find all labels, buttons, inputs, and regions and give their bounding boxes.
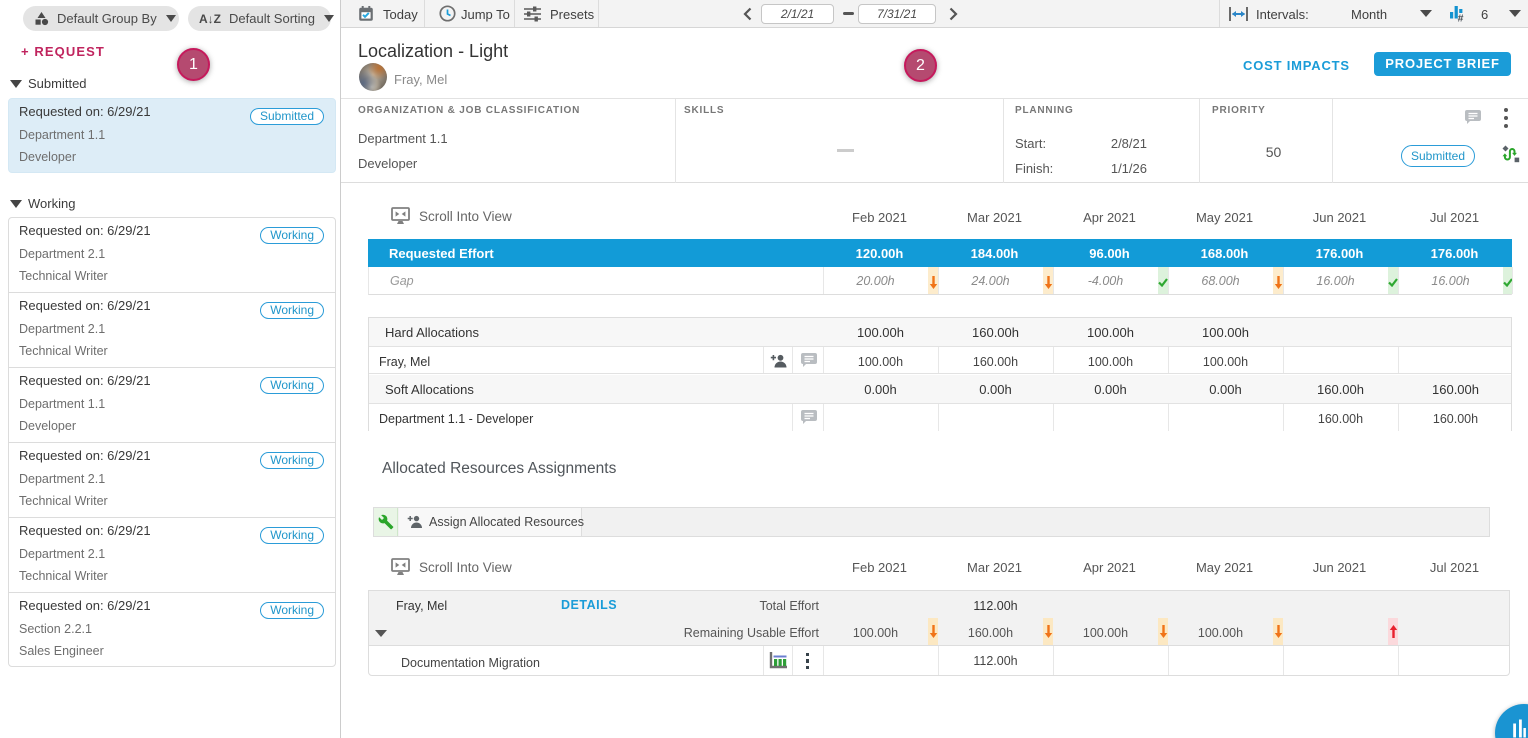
svg-text:#: # [1458, 13, 1464, 23]
